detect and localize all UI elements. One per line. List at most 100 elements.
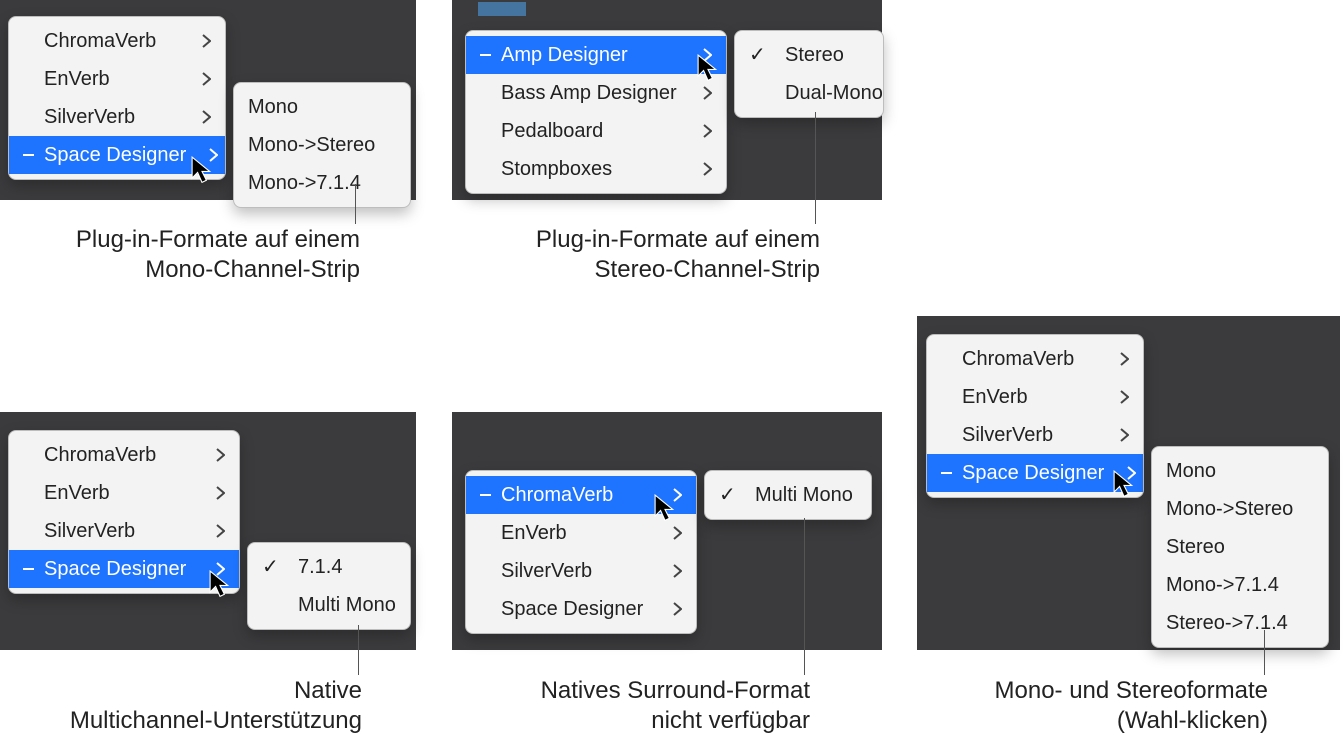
submenu-item-label: 7.1.4 xyxy=(298,552,342,582)
dash-icon xyxy=(480,494,491,496)
menu-item-label: EnVerb xyxy=(44,64,110,94)
submenu-item-714[interactable]: ✓ 7.1.4 xyxy=(248,548,410,586)
menu-item-label: Stompboxes xyxy=(501,154,612,184)
menu-item-amp-designer[interactable]: Amp Designer xyxy=(466,36,726,74)
chevron-right-icon xyxy=(215,486,225,500)
menu-item-label: Space Designer xyxy=(501,594,643,624)
plugin-menu-5[interactable]: ChromaVerb EnVerb SilverVerb Space Desig… xyxy=(926,334,1144,498)
menu-item-space-designer[interactable]: Space Designer xyxy=(9,550,239,588)
menu-item-enverb[interactable]: EnVerb xyxy=(466,514,696,552)
submenu-item-mono-714[interactable]: Mono->7.1.4 xyxy=(1152,566,1328,604)
chevron-right-icon xyxy=(1119,428,1129,442)
plugin-menu-1[interactable]: ChromaVerb EnVerb SilverVerb Space Desig… xyxy=(8,16,226,180)
chevron-right-icon xyxy=(215,562,225,576)
chevron-right-icon xyxy=(215,448,225,462)
submenu-item-label: Stereo xyxy=(785,40,844,70)
format-submenu-4[interactable]: ✓Multi Mono xyxy=(704,470,872,520)
dash-icon xyxy=(23,568,34,570)
submenu-item-label: Mono->Stereo xyxy=(1166,494,1293,524)
waveform-hint xyxy=(478,2,526,16)
callout-line xyxy=(815,112,816,224)
menu-item-chromaverb[interactable]: ChromaVerb xyxy=(9,436,239,474)
submenu-item-label: Stereo xyxy=(1166,532,1225,562)
submenu-item-label: Mono xyxy=(248,92,298,122)
plugin-menu-4[interactable]: ChromaVerb EnVerb SilverVerb Space Desig… xyxy=(465,470,697,634)
menu-item-enverb[interactable]: EnVerb xyxy=(927,378,1143,416)
chevron-right-icon xyxy=(1119,390,1129,404)
chevron-right-icon xyxy=(702,124,712,138)
submenu-item-label: Multi Mono xyxy=(755,480,853,510)
menu-item-enverb[interactable]: EnVerb xyxy=(9,474,239,512)
submenu-item-mono[interactable]: Mono xyxy=(1152,452,1328,490)
submenu-item-label: Mono->7.1.4 xyxy=(1166,570,1279,600)
menu-item-pedalboard[interactable]: Pedalboard xyxy=(466,112,726,150)
chevron-right-icon xyxy=(201,72,211,86)
menu-item-label: SilverVerb xyxy=(962,420,1053,450)
menu-item-label: SilverVerb xyxy=(501,556,592,586)
menu-item-space-designer[interactable]: Space Designer xyxy=(927,454,1143,492)
menu-item-stompboxes[interactable]: Stompboxes xyxy=(466,150,726,188)
submenu-item-label: Mono->7.1.4 xyxy=(248,168,361,198)
chevron-right-icon xyxy=(208,148,218,162)
submenu-item-label: Mono xyxy=(1166,456,1216,486)
menu-item-bass-amp-designer[interactable]: Bass Amp Designer xyxy=(466,74,726,112)
submenu-item-stereo[interactable]: ✓ Stereo xyxy=(735,36,883,74)
submenu-item-label: Mono->Stereo xyxy=(248,130,375,160)
format-submenu-2[interactable]: ✓ Stereo Dual-Mono xyxy=(734,30,884,118)
menu-item-label: EnVerb xyxy=(962,382,1028,412)
caption-5: Mono- und Stereoformate (Wahl-klicken) xyxy=(958,676,1268,736)
menu-item-label: Space Designer xyxy=(962,458,1104,488)
menu-item-space-designer[interactable]: Space Designer xyxy=(9,136,225,174)
menu-item-label: ChromaVerb xyxy=(962,344,1074,374)
menu-item-space-designer[interactable]: Space Designer xyxy=(466,590,696,628)
chevron-right-icon xyxy=(215,524,225,538)
plugin-menu-3[interactable]: ChromaVerb EnVerb SilverVerb Space Desig… xyxy=(8,430,240,594)
check-icon: ✓ xyxy=(262,552,278,582)
submenu-item-mono[interactable]: Mono xyxy=(234,88,410,126)
submenu-item-multi-mono[interactable]: Multi Mono xyxy=(248,586,410,624)
caption-2: Plug-in-Formate auf einem Stereo-Channel… xyxy=(500,225,820,285)
menu-item-silververb[interactable]: SilverVerb xyxy=(9,98,225,136)
menu-item-label: Pedalboard xyxy=(501,116,603,146)
check-icon: ✓ xyxy=(749,40,765,70)
menu-item-label: ChromaVerb xyxy=(44,26,156,56)
menu-item-label: Bass Amp Designer xyxy=(501,78,677,108)
callout-line xyxy=(358,625,359,675)
chevron-right-icon xyxy=(1119,352,1129,366)
plugin-menu-2[interactable]: Amp Designer Bass Amp Designer Pedalboar… xyxy=(465,30,727,194)
submenu-item-mono-stereo[interactable]: Mono->Stereo xyxy=(234,126,410,164)
submenu-item-mono-714[interactable]: Mono->7.1.4 xyxy=(234,164,410,202)
submenu-item-stereo-714[interactable]: Stereo->7.1.4 xyxy=(1152,604,1328,642)
submenu-item-mono-stereo[interactable]: Mono->Stereo xyxy=(1152,490,1328,528)
submenu-item-label: Dual-Mono xyxy=(785,78,883,108)
chevron-right-icon xyxy=(672,488,682,502)
menu-item-chromaverb[interactable]: ChromaVerb xyxy=(9,22,225,60)
callout-line xyxy=(355,184,356,224)
chevron-right-icon xyxy=(672,564,682,578)
chevron-right-icon xyxy=(702,48,712,62)
menu-item-silververb[interactable]: SilverVerb xyxy=(927,416,1143,454)
submenu-item-stereo[interactable]: Stereo xyxy=(1152,528,1328,566)
menu-item-label: EnVerb xyxy=(501,518,567,548)
menu-item-silververb[interactable]: SilverVerb xyxy=(9,512,239,550)
chevron-right-icon xyxy=(702,86,712,100)
menu-item-label: SilverVerb xyxy=(44,102,135,132)
submenu-item-multi-mono[interactable]: ✓Multi Mono xyxy=(705,476,871,514)
menu-item-label: Amp Designer xyxy=(501,40,628,70)
format-submenu-5[interactable]: Mono Mono->Stereo Stereo Mono->7.1.4 Ste… xyxy=(1151,446,1329,648)
menu-item-enverb[interactable]: EnVerb xyxy=(9,60,225,98)
menu-item-label: EnVerb xyxy=(44,478,110,508)
format-submenu-3[interactable]: ✓ 7.1.4 Multi Mono xyxy=(247,542,411,630)
callout-line xyxy=(1264,630,1265,675)
submenu-item-label: Multi Mono xyxy=(298,590,396,620)
chevron-right-icon xyxy=(1126,466,1136,480)
menu-item-chromaverb[interactable]: ChromaVerb xyxy=(466,476,696,514)
menu-item-chromaverb[interactable]: ChromaVerb xyxy=(927,340,1143,378)
menu-item-label: Space Designer xyxy=(44,554,186,584)
caption-1: Plug-in-Formate auf einem Mono-Channel-S… xyxy=(35,225,360,285)
format-submenu-1[interactable]: Mono Mono->Stereo Mono->7.1.4 xyxy=(233,82,411,208)
submenu-item-dual-mono[interactable]: Dual-Mono xyxy=(735,74,883,112)
menu-item-silververb[interactable]: SilverVerb xyxy=(466,552,696,590)
caption-3: Native Multichannel-Unterstützung xyxy=(0,676,362,736)
chevron-right-icon xyxy=(672,602,682,616)
